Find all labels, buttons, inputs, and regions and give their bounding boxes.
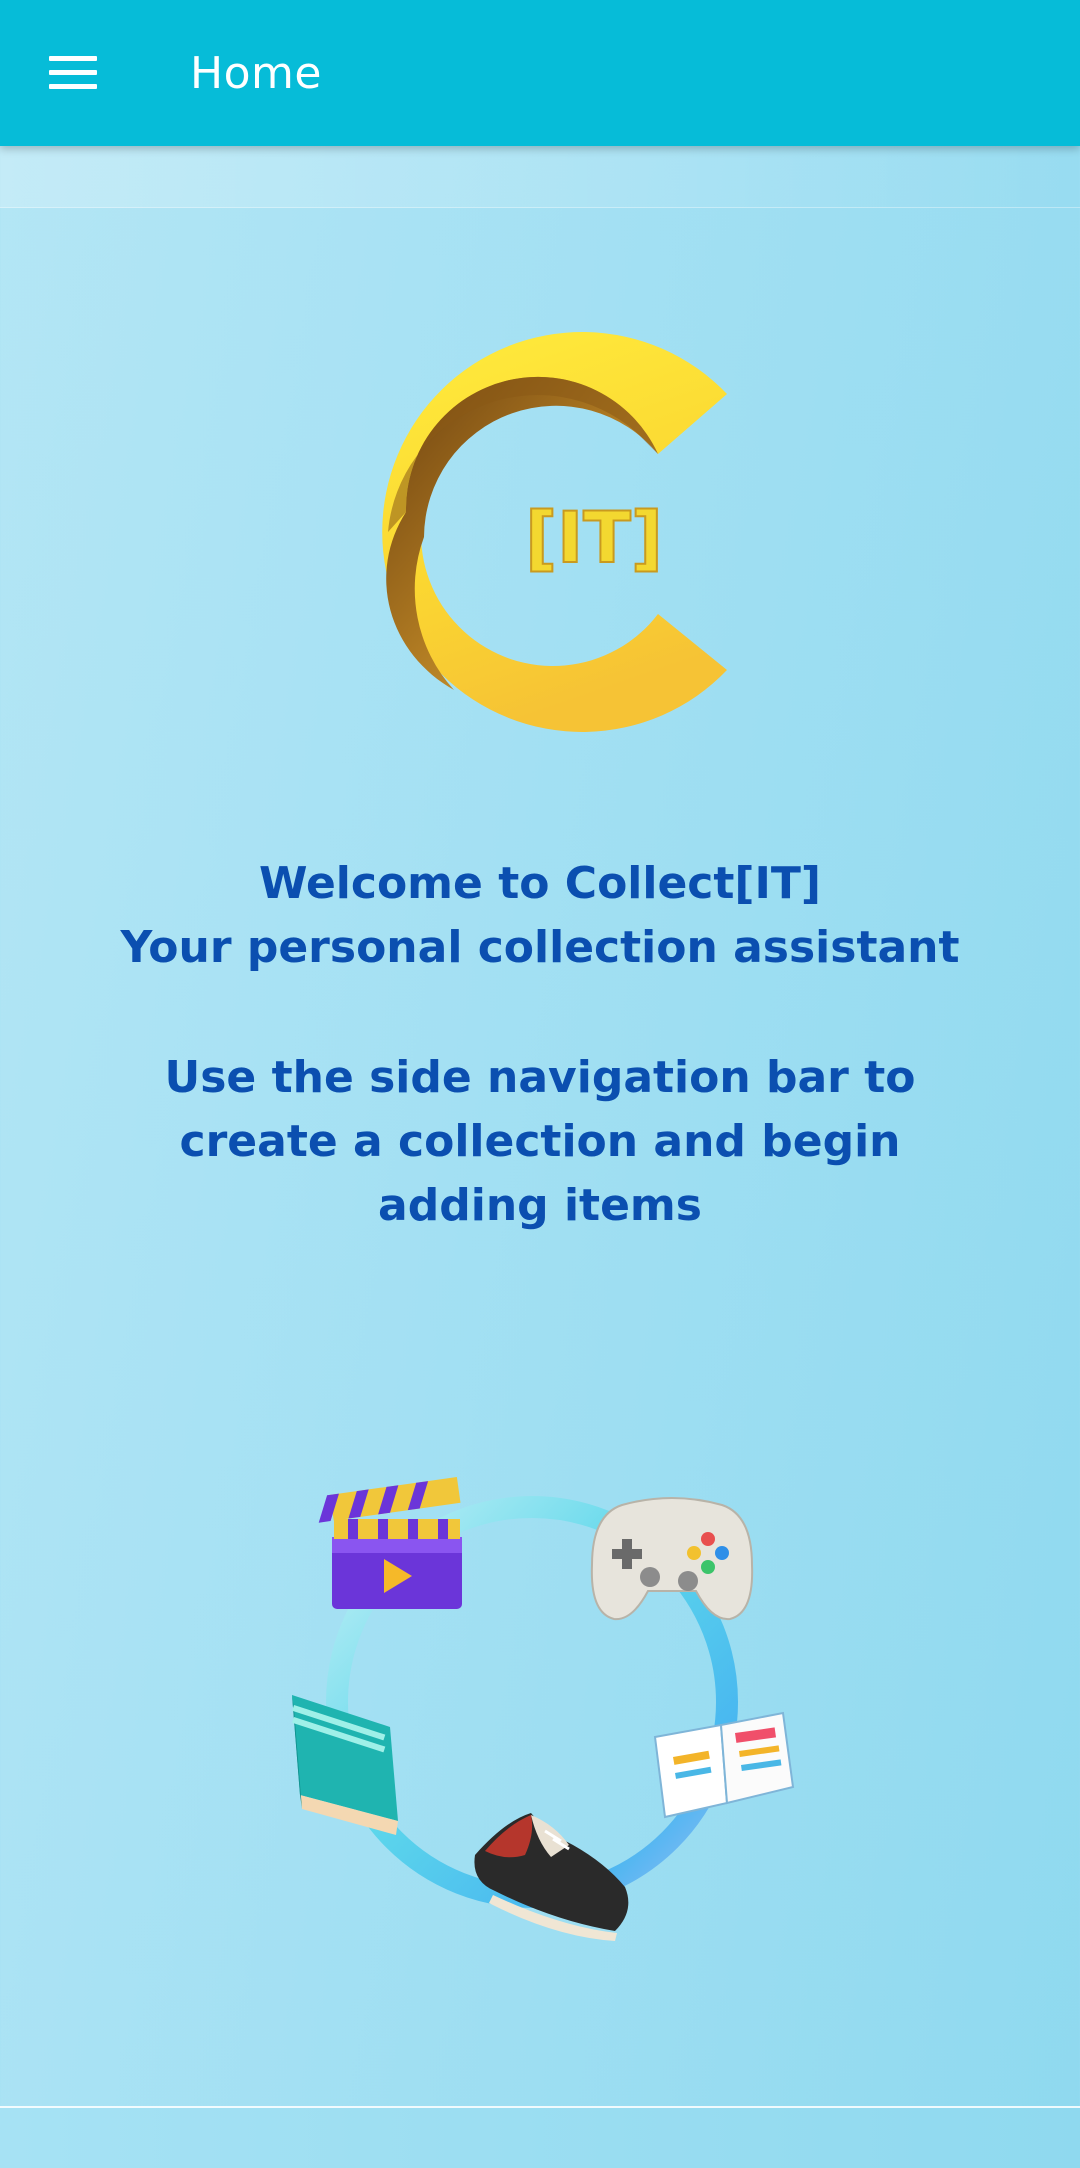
- bottom-bar: [0, 2106, 1080, 2168]
- collection-illustration: [292, 1477, 795, 1941]
- closed-book-icon: [292, 1695, 398, 1835]
- instruction-line: Use the side navigation bar to: [164, 1052, 916, 1103]
- header-band: [0, 146, 1080, 208]
- instruction-line: create a collection and begin: [179, 1116, 901, 1167]
- welcome-message: Welcome to Collect[IT] Your personal col…: [0, 852, 1080, 1238]
- instruction-line: adding items: [378, 1180, 702, 1231]
- logo-text: [IT]: [525, 497, 663, 579]
- app-bar: Home: [0, 0, 1080, 146]
- sneaker-icon: [474, 1813, 629, 1941]
- welcome-subtitle: Your personal collection assistant: [120, 922, 960, 973]
- open-book-icon: [653, 1711, 795, 1819]
- welcome-title: Welcome to Collect[IT]: [258, 858, 822, 909]
- menu-button[interactable]: [26, 30, 120, 116]
- hamburger-menu-icon: [49, 56, 97, 89]
- collectit-logo: [IT]: [382, 331, 727, 732]
- page-title: Home: [190, 48, 322, 99]
- game-controller-icon: [590, 1497, 754, 1621]
- clapperboard-icon: [318, 1477, 462, 1609]
